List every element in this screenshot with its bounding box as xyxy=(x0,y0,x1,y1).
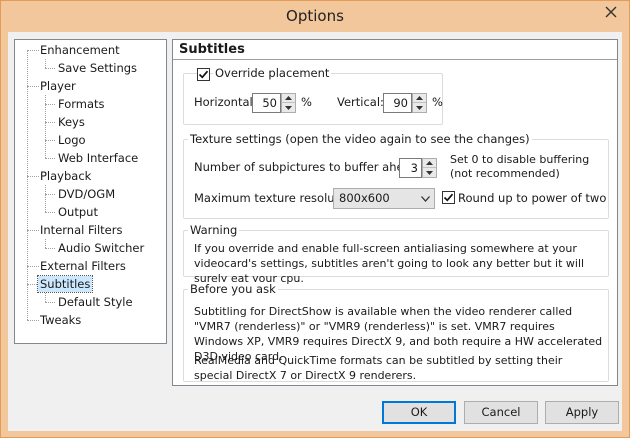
spin-down-icon[interactable] xyxy=(423,168,436,177)
override-placement-checkbox[interactable] xyxy=(197,68,210,81)
checkmark-icon xyxy=(198,70,209,79)
tree-item-output[interactable]: Output xyxy=(56,204,100,220)
spin-up-icon[interactable] xyxy=(282,94,295,103)
horizontal-input[interactable]: 50 xyxy=(252,93,281,113)
spin-down-icon[interactable] xyxy=(282,103,295,112)
close-button[interactable] xyxy=(599,2,623,21)
buffer-input[interactable]: 3 xyxy=(399,158,422,178)
tree-item-subtitles[interactable]: Subtitles xyxy=(36,275,94,293)
warning-text: If you override and enable full-screen a… xyxy=(194,242,585,285)
chevron-down-icon xyxy=(421,189,430,208)
vertical-spinner[interactable] xyxy=(412,93,427,113)
tree-item-playback[interactable]: Playback xyxy=(38,168,93,184)
tree-item-web-interface[interactable]: Web Interface xyxy=(56,150,140,166)
tree-item-internal-filters[interactable]: Internal Filters xyxy=(38,222,124,238)
horizontal-unit: % xyxy=(301,95,312,109)
subtitles-page: Subtitles Override placement Horizontal:… xyxy=(172,39,618,386)
options-window: Options Enhancement Save Settings Player… xyxy=(0,0,630,438)
vertical-label: Vertical: xyxy=(337,95,384,109)
tree-item-default-style[interactable]: Default Style xyxy=(56,294,135,310)
tree-item-external-filters[interactable]: External Filters xyxy=(38,258,128,274)
buffer-spinner[interactable] xyxy=(422,158,437,178)
close-icon xyxy=(605,6,617,17)
buffer-label: Number of subpictures to buffer ahead: xyxy=(194,160,422,174)
texture-group-label: Texture settings (open the video again t… xyxy=(188,132,532,146)
max-resolution-value: 800x600 xyxy=(339,191,390,205)
tree-item-enhancement[interactable]: Enhancement xyxy=(38,42,122,58)
spin-up-icon[interactable] xyxy=(423,159,436,168)
spin-down-icon[interactable] xyxy=(413,103,426,112)
horizontal-label: Horizontal: xyxy=(194,95,257,109)
cancel-button[interactable]: Cancel xyxy=(464,401,538,424)
before-you-ask-group-label: Before you ask xyxy=(188,282,278,296)
before-you-ask-text-2: RealMedia and QuickTime formats can be s… xyxy=(194,354,563,382)
dialog-client: Enhancement Save Settings Player Formats… xyxy=(8,32,622,431)
page-title: Subtitles xyxy=(173,40,617,60)
tree-item-save-settings[interactable]: Save Settings xyxy=(56,60,139,76)
before-you-ask-group: Before you ask Subtitling for DirectShow… xyxy=(183,282,609,382)
tree-item-keys[interactable]: Keys xyxy=(56,114,87,130)
tree-item-dvd-ogm[interactable]: DVD/OGM xyxy=(56,186,117,202)
tree-item-tweaks[interactable]: Tweaks xyxy=(38,312,83,328)
buffer-hint-2: (not recommended) xyxy=(450,167,560,180)
spin-up-icon[interactable] xyxy=(413,94,426,103)
tree-item-player[interactable]: Player xyxy=(38,78,78,94)
override-placement-label: Override placement xyxy=(213,66,332,80)
buffer-hint-1: Set 0 to disable buffering xyxy=(450,153,590,166)
override-group: Override placement Horizontal: 50 % Vert… xyxy=(183,66,443,125)
window-title: Options xyxy=(286,7,344,25)
checkmark-icon xyxy=(443,193,454,202)
tree-item-formats[interactable]: Formats xyxy=(56,96,107,112)
tree-item-audio-switcher[interactable]: Audio Switcher xyxy=(56,240,146,256)
round-up-label: Round up to power of two xyxy=(458,191,607,205)
round-up-checkbox[interactable] xyxy=(442,191,455,204)
vertical-input[interactable]: 90 xyxy=(383,93,412,113)
max-resolution-select[interactable]: 800x600 xyxy=(333,188,435,209)
options-tree[interactable]: Enhancement Save Settings Player Formats… xyxy=(14,39,167,344)
tree-item-logo[interactable]: Logo xyxy=(56,132,88,148)
texture-group: Texture settings (open the video again t… xyxy=(183,132,609,219)
horizontal-spinner[interactable] xyxy=(281,93,296,113)
ok-button[interactable]: OK xyxy=(382,401,456,424)
warning-group: Warning If you override and enable full-… xyxy=(183,223,609,285)
apply-button[interactable]: Apply xyxy=(545,401,619,424)
title-bar[interactable]: Options xyxy=(1,1,629,32)
warning-group-label: Warning xyxy=(188,223,240,237)
vertical-unit: % xyxy=(432,95,443,109)
